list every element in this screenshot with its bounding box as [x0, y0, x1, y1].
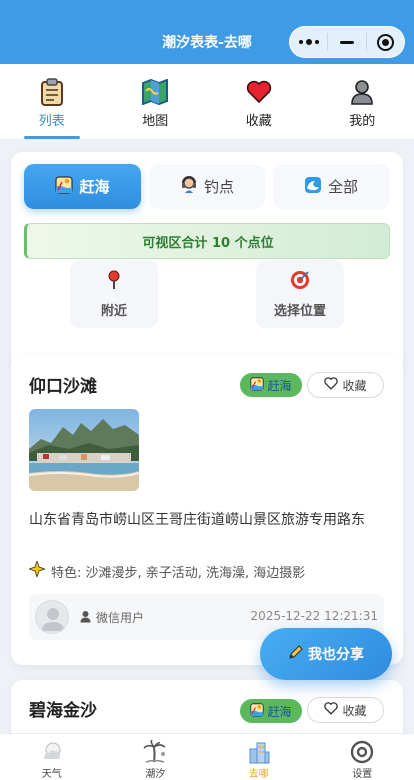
- bottom-tab-settings[interactable]: 设置: [311, 734, 414, 780]
- share-button-label: 我也分享: [308, 647, 364, 663]
- minimize-button[interactable]: [328, 27, 365, 57]
- record-circle-icon: [376, 33, 394, 51]
- bottom-tab-tide[interactable]: 潮汐: [104, 734, 208, 780]
- pin-icon: [107, 270, 121, 294]
- navigation-bar: 潮汐表表-去哪: [0, 0, 414, 64]
- filter-segment-tide-walk[interactable]: 赶海: [24, 164, 141, 209]
- location-photo[interactable]: [29, 409, 139, 491]
- more-button[interactable]: [290, 27, 327, 57]
- tab-map-label: 地图: [142, 114, 169, 129]
- segment-label: 钓点: [203, 178, 234, 196]
- favorite-label: 收藏: [342, 703, 367, 718]
- choose-location-label: 选择位置: [273, 303, 326, 319]
- location-features: 特色: 沙滩漫步, 亲子活动, 洗海澡, 海边摄影: [27, 559, 306, 581]
- tab-mine[interactable]: 我的: [311, 64, 414, 139]
- choose-location-button[interactable]: 选择位置: [256, 260, 344, 328]
- map-icon: [141, 78, 169, 106]
- favorite-label: 收藏: [342, 378, 367, 393]
- publish-time: 2025-12-22 12:21:31: [250, 609, 378, 623]
- publisher-name-text: 微信用户: [96, 611, 145, 625]
- category-tag: 赶海: [240, 373, 302, 397]
- tab-list-label: 列表: [38, 114, 65, 129]
- location-card[interactable]: 仰口沙滩 赶海 收藏 山东省青岛市崂山区王哥庄街道崂山景区旅游专用路东 特色: …: [11, 354, 403, 665]
- bottom-tab-where[interactable]: 去哪: [207, 734, 311, 780]
- beach-icon: [55, 175, 74, 198]
- person-icon: [348, 78, 376, 106]
- location-address: 山东省青岛市崂山区王哥庄街道崂山景区旅游专用路东: [29, 512, 365, 528]
- features-text: 特色: 沙滩漫步, 亲子活动, 洗海澡, 海边摄影: [51, 565, 306, 581]
- tab-favorites-label: 收藏: [245, 114, 272, 129]
- bottom-tab-label: 天气: [41, 769, 62, 780]
- tab-favorites[interactable]: 收藏: [207, 64, 311, 139]
- favorite-button[interactable]: 收藏: [307, 697, 384, 723]
- target-icon: [290, 270, 310, 294]
- location-name: 仰口沙滩: [29, 377, 97, 397]
- nearby-button[interactable]: 附近: [70, 260, 158, 328]
- filter-segment-fishing[interactable]: 钓点: [149, 164, 265, 209]
- heart-outline-icon: [324, 702, 339, 718]
- more-dots-icon: [298, 39, 319, 45]
- user-icon: [79, 610, 92, 626]
- palm-tree-icon: [142, 739, 168, 764]
- location-name: 碧海金沙: [29, 701, 97, 721]
- beach-icon: [250, 702, 265, 720]
- settings-icon: [349, 739, 375, 764]
- tab-map[interactable]: 地图: [104, 64, 208, 139]
- minimize-icon: [339, 40, 354, 44]
- pencil-icon: [288, 644, 304, 664]
- segment-label: 全部: [327, 178, 358, 196]
- clipboard-icon: [38, 78, 66, 106]
- visible-area-summary: 可视区合计 10 个点位: [24, 223, 390, 259]
- heart-outline-icon: [324, 377, 339, 393]
- buildings-icon: [246, 739, 272, 764]
- beach-icon: [250, 376, 265, 394]
- favorite-button[interactable]: 收藏: [307, 372, 384, 398]
- bottom-tab-label: 设置: [352, 769, 373, 780]
- heart-icon: [245, 78, 273, 106]
- miniprogram-capsule: [289, 26, 405, 58]
- category-tag: 赶海: [240, 699, 302, 723]
- fishing-icon: [180, 175, 198, 198]
- sparkle-icon: [27, 559, 47, 581]
- segment-label: 赶海: [79, 178, 110, 196]
- share-button[interactable]: 我也分享: [260, 628, 392, 680]
- bottom-tab-bar: 天气 潮汐 去哪 设置: [0, 733, 414, 780]
- avatar: [35, 600, 69, 634]
- filter-panel: 赶海 钓点 全部 可视区合计 10 个点位 附近 选择位置: [11, 152, 403, 370]
- bottom-tab-weather[interactable]: 天气: [0, 734, 104, 780]
- category-tag-label: 赶海: [267, 378, 292, 393]
- close-capsule-button[interactable]: [367, 27, 404, 57]
- publisher-name: 微信用户: [79, 609, 144, 626]
- tab-mine-label: 我的: [349, 114, 376, 129]
- bottom-tab-label: 去哪: [248, 769, 269, 780]
- nearby-label: 附近: [100, 303, 127, 319]
- category-tag-label: 赶海: [267, 704, 292, 719]
- weather-icon: [39, 739, 65, 764]
- top-tab-bar: 列表 地图 收藏 我的: [0, 64, 414, 140]
- wave-icon: [304, 176, 322, 198]
- tab-list[interactable]: 列表: [0, 64, 104, 139]
- bottom-tab-label: 潮汐: [145, 769, 166, 780]
- filter-segment-all[interactable]: 全部: [273, 164, 389, 209]
